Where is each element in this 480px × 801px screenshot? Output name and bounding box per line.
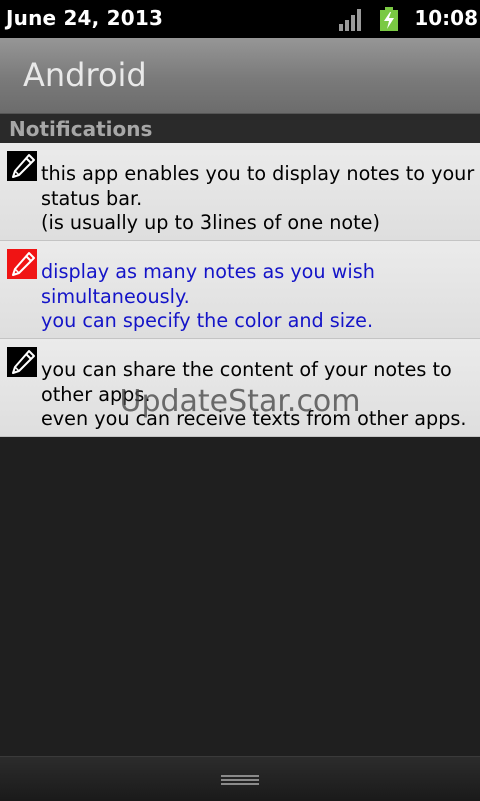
note-item[interactable]: you can share the content of your notes …: [0, 339, 480, 437]
note-line: display as many notes as you wish: [41, 260, 375, 283]
section-header: Notifications: [0, 114, 480, 143]
pencil-edit-icon: [7, 249, 37, 279]
pencil-edit-icon: [7, 151, 37, 181]
pencil-edit-icon: [7, 347, 37, 377]
bottom-bar: [0, 756, 480, 801]
note-text: display as many notes as you wish simult…: [41, 260, 473, 334]
drag-handle-icon[interactable]: [221, 774, 259, 786]
status-date: June 24, 2013: [6, 6, 164, 30]
app-title: Android: [23, 56, 147, 94]
note-line: you can specify the color and size.: [41, 309, 374, 332]
note-text: this app enables you to display notes to…: [41, 162, 475, 236]
note-line: simultaneously.: [41, 284, 190, 308]
note-line: this app enables you to display notes to…: [41, 162, 475, 185]
status-time: 10:08: [414, 6, 478, 30]
note-line: (is usually up to 3lines of one note): [41, 211, 380, 234]
note-line: even you can receive texts from other ap…: [41, 407, 467, 430]
note-line: you can share the content of your notes …: [41, 358, 452, 381]
note-text: you can share the content of your notes …: [41, 358, 473, 432]
note-item[interactable]: display as many notes as you wish simult…: [0, 241, 480, 339]
status-bar: June 24, 2013 10:08: [0, 0, 480, 38]
section-title: Notifications: [9, 117, 153, 141]
note-item[interactable]: this app enables you to display notes to…: [0, 143, 480, 241]
note-line: status bar.: [41, 186, 143, 210]
signal-icon: [339, 9, 361, 31]
battery-charging-icon: [380, 7, 398, 31]
note-line: other apps.: [41, 382, 151, 406]
notes-list: this app enables you to display notes to…: [0, 143, 480, 437]
title-bar: Android: [0, 38, 480, 114]
